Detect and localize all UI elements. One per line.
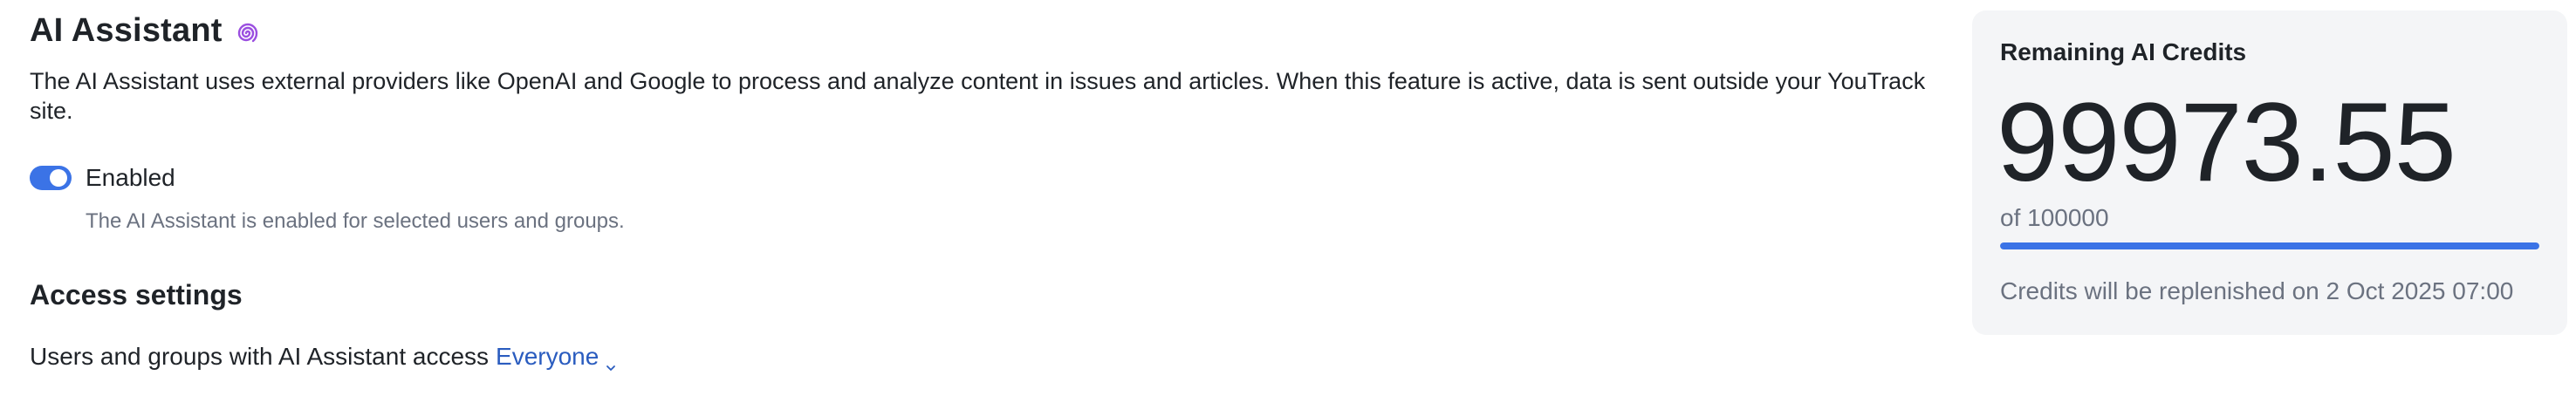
page-title: AI Assistant <box>30 12 223 49</box>
enabled-toggle-row: Enabled <box>30 164 175 192</box>
enabled-toggle-hint: The AI Assistant is enabled for selected… <box>86 209 625 233</box>
credits-total: of 100000 <box>2000 204 2109 231</box>
enabled-toggle[interactable] <box>30 166 72 190</box>
access-label: Users and groups with AI Assistant acces… <box>30 343 490 370</box>
enabled-toggle-label[interactable]: Enabled <box>86 164 175 192</box>
toggle-knob <box>50 169 67 187</box>
chevron-down-icon[interactable] <box>606 352 616 371</box>
access-settings-heading: Access settings <box>30 279 243 311</box>
title-row: AI Assistant <box>30 12 261 50</box>
credits-remaining-value: 99973.55 <box>1997 80 2456 205</box>
access-row: Users and groups with AI Assistant acces… <box>30 343 616 371</box>
credits-title: Remaining AI Credits <box>2000 38 2247 65</box>
credits-progress-fill <box>2000 242 2539 249</box>
credits-replenish-note: Credits will be replenished on 2 Oct 202… <box>2000 277 2514 304</box>
credits-progress-bar <box>2000 242 2539 249</box>
feature-description: The AI Assistant uses external providers… <box>30 68 1926 124</box>
access-dropdown[interactable]: Everyone <box>496 343 616 371</box>
ai-spiral-icon <box>235 20 261 46</box>
credits-card: Remaining AI Credits 99973.55 of 100000 … <box>1972 10 2567 335</box>
page: AI Assistant The AI Assistant uses exter… <box>0 0 2576 396</box>
access-dropdown-value[interactable]: Everyone <box>496 343 599 371</box>
